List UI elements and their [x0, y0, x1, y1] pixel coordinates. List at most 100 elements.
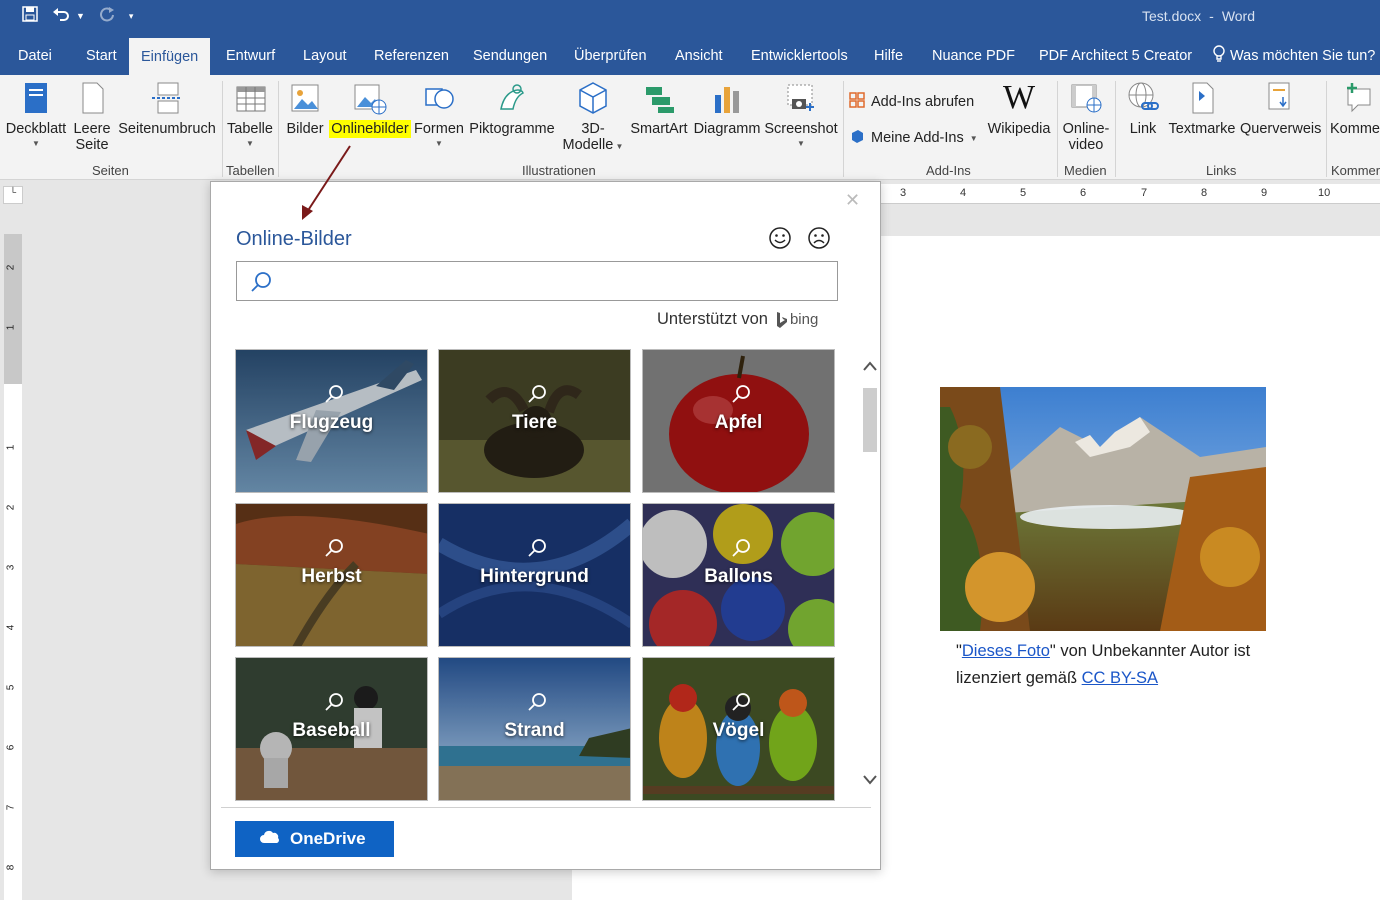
- tile-herbst[interactable]: Herbst: [235, 503, 428, 647]
- customize-icon[interactable]: ▾: [129, 11, 134, 22]
- screenshot-button[interactable]: Screenshot ▼: [764, 79, 838, 148]
- leere-seite-label-1: Leere: [73, 121, 111, 137]
- bookmark-icon: [1185, 79, 1219, 117]
- group-divider: [222, 81, 223, 177]
- onlinevideo-label-2: video: [1068, 137, 1104, 153]
- scroll-up-icon[interactable]: [861, 358, 879, 379]
- onlinebilder-button[interactable]: Onlinebilder: [328, 79, 412, 138]
- chevron-down-icon: ▼: [969, 133, 978, 143]
- tab-nuance-pdf[interactable]: Nuance PDF: [920, 34, 1027, 75]
- addins-abrufen-button[interactable]: Add-Ins abrufen: [849, 92, 974, 112]
- tab-sendungen[interactable]: Sendungen: [461, 34, 559, 75]
- tab-start[interactable]: Start: [74, 34, 129, 75]
- tile-voegel[interactable]: Vögel: [642, 657, 835, 801]
- undo-dropdown-icon[interactable]: ▼: [76, 11, 85, 21]
- caption-link-photo[interactable]: Dieses Foto: [962, 642, 1050, 660]
- powered-by: Unterstützt von bing: [657, 310, 818, 329]
- scroll-down-icon[interactable]: [861, 772, 879, 793]
- tab-selector[interactable]: └: [3, 186, 23, 204]
- tile-flugzeug[interactable]: Flugzeug: [235, 349, 428, 493]
- tile-label: Baseball: [292, 720, 371, 741]
- tile-scrollbar[interactable]: [861, 358, 879, 790]
- tab-referenzen[interactable]: Referenzen: [362, 34, 461, 75]
- tile-baseball[interactable]: Baseball: [235, 657, 428, 801]
- tile-label: Tiere: [511, 412, 558, 433]
- smartart-button[interactable]: SmartArt: [628, 79, 690, 137]
- search-icon: [731, 538, 751, 563]
- diagramm-button[interactable]: Diagramm: [692, 79, 762, 137]
- tab-ueberpruefen[interactable]: Überprüfen: [562, 34, 659, 75]
- onlinevideo-label-1: Online-: [1062, 121, 1110, 137]
- tell-me-box[interactable]: Was möchten Sie tun?: [1212, 34, 1375, 75]
- wikipedia-button[interactable]: W Wikipedia: [985, 79, 1053, 137]
- smile-feedback-icon[interactable]: [768, 226, 792, 250]
- link-button[interactable]: Link: [1122, 79, 1164, 137]
- textmarke-button[interactable]: Textmarke: [1168, 79, 1236, 137]
- group-tabellen: Tabellen: [226, 163, 275, 178]
- tile-apfel[interactable]: Apfel: [642, 349, 835, 493]
- tab-datei[interactable]: Datei: [6, 34, 64, 75]
- deckblatt-button[interactable]: Deckblatt ▼: [5, 79, 67, 148]
- search-icon: [527, 692, 547, 717]
- onlinevideo-button[interactable]: Online- video: [1060, 79, 1112, 153]
- tab-pdf-architect[interactable]: PDF Architect 5 Creator: [1027, 34, 1204, 75]
- close-icon[interactable]: ✕: [845, 190, 860, 211]
- leere-seite-label-2: Seite: [75, 137, 109, 153]
- undo-icon[interactable]: [52, 6, 72, 26]
- ruler-mark: 6: [5, 744, 17, 751]
- frown-feedback-icon[interactable]: [807, 226, 831, 250]
- group-addins: Add-Ins: [926, 163, 971, 178]
- table-icon: [233, 79, 267, 117]
- chevron-down-icon: ▼: [246, 139, 254, 148]
- bilder-button[interactable]: Bilder: [284, 79, 326, 137]
- seitenumbruch-button[interactable]: Seitenumbruch: [116, 79, 218, 137]
- chevron-down-icon: ▼: [797, 139, 805, 148]
- leere-seite-button[interactable]: Leere Seite: [72, 79, 112, 153]
- tile-strand[interactable]: Strand: [438, 657, 631, 801]
- formen-button[interactable]: Formen ▼: [413, 79, 465, 148]
- window-title: Test.docx - Word: [1142, 8, 1255, 24]
- ribbon-tabs: Datei Start Einfügen Entwurf Layout Refe…: [0, 34, 1380, 75]
- tabelle-button[interactable]: Tabelle ▼: [226, 79, 274, 148]
- tab-entwurf[interactable]: Entwurf: [214, 34, 287, 75]
- tab-einfuegen[interactable]: Einfügen: [129, 38, 211, 75]
- tab-ansicht[interactable]: Ansicht: [663, 34, 735, 75]
- querverweis-button[interactable]: Querverweis: [1240, 79, 1321, 137]
- horizontal-ruler[interactable]: 3 4 5 6 7 8 9 10: [880, 184, 1380, 204]
- scroll-thumb[interactable]: [863, 388, 877, 452]
- tile-label: Herbst: [301, 566, 362, 587]
- tile-tiere[interactable]: Tiere: [438, 349, 631, 493]
- meine-addins-button[interactable]: Meine Add-Ins ▼: [849, 128, 978, 148]
- tile-hintergrund[interactable]: Hintergrund: [438, 503, 631, 647]
- tab-hilfe[interactable]: Hilfe: [862, 34, 915, 75]
- cross-reference-icon: [1263, 79, 1297, 117]
- image-search-input[interactable]: [236, 261, 838, 301]
- online-pictures-icon: [353, 79, 387, 117]
- tabelle-label: Tabelle: [227, 121, 273, 137]
- chevron-down-icon: ▼: [613, 142, 624, 151]
- bing-label: bing: [789, 311, 819, 328]
- 3d-modelle-label-1: 3D-: [581, 121, 605, 137]
- save-icon[interactable]: [22, 6, 38, 26]
- vertical-ruler[interactable]: 2 1 1 2 3 4 5 6 7 8: [4, 234, 22, 900]
- inserted-mountain-photo[interactable]: [940, 387, 1266, 631]
- ruler-mark: 8: [5, 864, 17, 871]
- chevron-down-icon: ▼: [32, 139, 40, 148]
- caption-link-license[interactable]: CC BY-SA: [1082, 669, 1158, 687]
- ruler-mark: 7: [1141, 187, 1148, 199]
- tab-entwicklertools[interactable]: Entwicklertools: [739, 34, 860, 75]
- group-divider: [1326, 81, 1327, 177]
- kommentar-button[interactable]: Komme: [1330, 79, 1380, 137]
- redo-icon[interactable]: [99, 6, 115, 26]
- search-icon: [324, 692, 344, 717]
- comment-icon: [1344, 79, 1378, 117]
- ruler-mark: 7: [5, 804, 17, 811]
- 3d-modelle-button[interactable]: 3D- Modelle ▼: [560, 79, 626, 153]
- ruler-mark: 3: [900, 187, 907, 199]
- icons-icon: [495, 79, 529, 117]
- piktogramme-button[interactable]: Piktogramme: [468, 79, 556, 137]
- tile-ballons[interactable]: Ballons: [642, 503, 835, 647]
- tab-layout[interactable]: Layout: [291, 34, 359, 75]
- online-video-icon: [1069, 79, 1103, 117]
- onedrive-button[interactable]: OneDrive: [235, 821, 394, 857]
